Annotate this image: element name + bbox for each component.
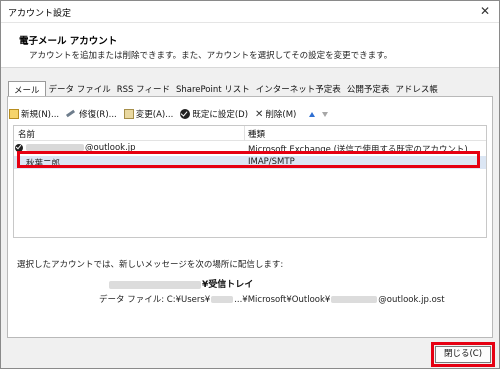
tab-mail[interactable]: メール bbox=[8, 81, 46, 97]
close-window-icon[interactable]: ✕ bbox=[478, 4, 492, 18]
account-name: @outlook.jp bbox=[26, 143, 136, 153]
move-up-arrow-icon[interactable] bbox=[309, 111, 316, 117]
delete-label: 削除(M) bbox=[265, 110, 297, 120]
account-list[interactable]: 名前 種類 @outlook.jp Microsoft Exchange (送信… bbox=[13, 125, 487, 238]
column-header-name[interactable]: 名前 bbox=[18, 128, 35, 140]
datafile-prefix: データ ファイル: C:¥Users¥ bbox=[99, 295, 211, 305]
column-divider[interactable] bbox=[244, 126, 245, 141]
delete-button[interactable]: ✕ 削除(M) bbox=[255, 108, 297, 121]
redacted-username bbox=[211, 296, 234, 303]
redacted-email bbox=[26, 144, 84, 151]
delivery-info-text: 選択したアカウントでは、新しいメッセージを次の場所に配信します: bbox=[17, 260, 284, 270]
account-type: IMAP/SMTP bbox=[248, 157, 295, 167]
list-item-imap-account[interactable]: 秋葉二郎 IMAP/SMTP bbox=[14, 156, 486, 169]
change-label: 変更(A)... bbox=[135, 110, 174, 120]
redacted-filename bbox=[331, 296, 378, 303]
header-band: 電子メール アカウント アカウントを追加または削除できます。また、アカウントを選… bbox=[1, 23, 499, 68]
datafile-suffix: @outlook.jp.ost bbox=[378, 295, 445, 305]
section-description: アカウントを追加または削除できます。また、アカウントを選択してその設定を変更でき… bbox=[29, 51, 393, 61]
wrench-icon bbox=[66, 109, 77, 119]
close-button[interactable]: 閉じる(C) bbox=[435, 346, 491, 363]
tab-strip: メール データ ファイル RSS フィード SharePoint リスト インタ… bbox=[8, 81, 441, 97]
tab-sharepoint-lists[interactable]: SharePoint リスト bbox=[173, 81, 253, 97]
edit-icon bbox=[123, 109, 134, 119]
account-name: 秋葉二郎 bbox=[26, 159, 61, 169]
delivery-inbox-path: ¥受信トレイ bbox=[109, 277, 253, 290]
repair-label: 修復(R)... bbox=[79, 110, 117, 120]
tab-internet-calendars[interactable]: インターネット予定表 bbox=[253, 81, 344, 97]
title-bar: アカウント設定 ✕ bbox=[1, 1, 499, 23]
tab-data-files[interactable]: データ ファイル bbox=[46, 81, 114, 97]
delete-x-icon: ✕ bbox=[255, 108, 264, 120]
new-account-button[interactable]: 新規(N)... bbox=[9, 108, 59, 120]
new-account-label: 新規(N)... bbox=[21, 110, 60, 120]
account-settings-window: アカウント設定 ✕ 電子メール アカウント アカウントを追加または削除できます。… bbox=[0, 0, 500, 369]
set-default-button[interactable]: 既定に設定(D) bbox=[180, 108, 248, 120]
data-file-path: データ ファイル: C:¥Users¥ ...¥Microsoft¥Outlook… bbox=[99, 293, 445, 305]
set-default-label: 既定に設定(D) bbox=[192, 110, 249, 120]
datafile-middle: ...¥Microsoft¥Outlook¥ bbox=[234, 295, 331, 305]
tab-rss-feeds[interactable]: RSS フィード bbox=[114, 81, 173, 97]
section-heading: 電子メール アカウント bbox=[19, 36, 118, 47]
column-header-type[interactable]: 種類 bbox=[248, 128, 265, 140]
account-toolbar: 新規(N)... 修復(R)... 変更(A)... 既定に設定(D) ✕ 削除… bbox=[9, 106, 329, 122]
inbox-suffix: ¥受信トレイ bbox=[202, 280, 254, 290]
change-button[interactable]: 変更(A)... bbox=[123, 108, 174, 120]
tab-published-calendars[interactable]: 公開予定表 bbox=[344, 81, 393, 97]
list-header: 名前 種類 bbox=[14, 126, 486, 141]
list-item-exchange-account[interactable]: @outlook.jp Microsoft Exchange (送信で使用する既… bbox=[14, 142, 486, 155]
window-title: アカウント設定 bbox=[8, 9, 72, 19]
default-account-check-icon bbox=[15, 144, 23, 152]
new-icon bbox=[9, 109, 19, 119]
account-type: Microsoft Exchange (送信で使用する既定のアカウント) bbox=[248, 145, 468, 155]
check-circle-icon bbox=[180, 109, 191, 119]
redacted-mailbox bbox=[109, 280, 201, 289]
repair-button[interactable]: 修復(R)... bbox=[66, 108, 117, 120]
move-down-arrow-icon[interactable] bbox=[322, 111, 329, 117]
tab-address-books[interactable]: アドレス帳 bbox=[392, 81, 441, 97]
account-name-suffix: @outlook.jp bbox=[85, 143, 136, 153]
